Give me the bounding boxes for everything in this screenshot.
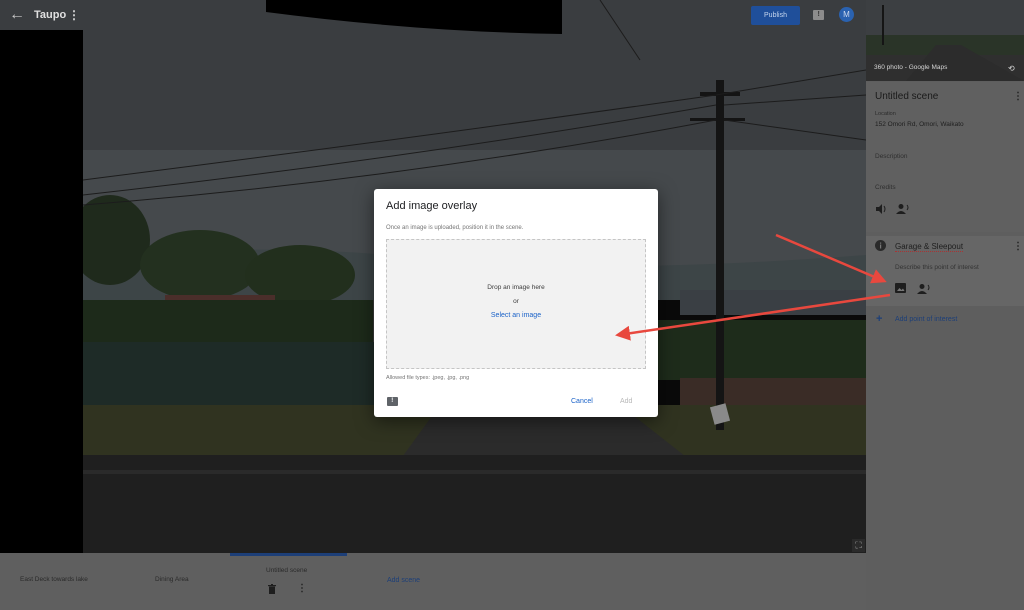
poi-title-text: Garage & Sleepout [895, 242, 964, 252]
delete-icon[interactable] [268, 584, 276, 594]
scene-more-icon[interactable]: ⋮ [1013, 92, 1023, 102]
scene-title[interactable]: Untitled scene [875, 91, 938, 102]
cancel-button[interactable]: Cancel [571, 398, 593, 405]
arrow-left-icon[interactable]: ← [9, 6, 25, 24]
feedback-icon[interactable]: ! [813, 10, 824, 20]
active-scene-indicator [230, 553, 347, 556]
tour-title: Taupo [34, 9, 67, 21]
image-icon[interactable] [895, 283, 906, 293]
allowed-file-types: Allowed file types: .jpeg, .jpg, .png [386, 375, 470, 381]
add-icon[interactable]: + [876, 313, 882, 325]
image-dropzone[interactable]: Drop an image here or Select an image [386, 239, 646, 369]
avatar[interactable]: M [839, 7, 854, 22]
or-text: or [513, 298, 519, 305]
scene-tab[interactable]: East Deck towards lake [20, 576, 88, 583]
thumbnail-caption: 360 photo - Google Maps [874, 64, 948, 71]
location-label: Location [875, 111, 896, 117]
volume-icon[interactable] [875, 204, 887, 214]
dialog-title: Add image overlay [386, 200, 478, 212]
credits-field[interactable]: Credits [875, 184, 896, 191]
narration-icon[interactable] [896, 203, 910, 214]
poi-more-icon[interactable]: ⋮ [1013, 242, 1023, 252]
publish-button[interactable]: Publish [751, 6, 800, 25]
scene-strip [0, 553, 866, 610]
scene-tab-active[interactable]: Untitled scene [266, 567, 307, 574]
location-value[interactable]: 152 Omori Rd, Omori, Waikato [875, 121, 964, 128]
fullscreen-icon[interactable]: ⛶ [852, 539, 865, 552]
dialog-feedback-icon[interactable]: ! [387, 397, 398, 406]
poi-title[interactable]: Garage & Sleepout [895, 242, 964, 252]
dialog-subtitle: Once an image is uploaded, position it i… [386, 225, 524, 231]
drop-text: Drop an image here [487, 284, 545, 291]
pano-left-edge [0, 30, 83, 553]
description-field[interactable]: Description [875, 153, 908, 160]
poi-description-field[interactable]: Describe this point of interest [895, 264, 979, 271]
add-scene-button[interactable]: Add scene [387, 577, 420, 584]
more-vert-icon[interactable]: ⋮ [68, 8, 80, 22]
scene-tab[interactable]: Dining Area [155, 576, 189, 583]
info-icon [875, 240, 886, 251]
view-360-icon[interactable]: ⟲ [1008, 64, 1015, 73]
scene-tab-more-icon[interactable]: ⋮ [297, 584, 307, 594]
add-poi-button[interactable]: Add point of interest [895, 316, 957, 323]
select-image-link[interactable]: Select an image [387, 312, 645, 319]
add-image-overlay-dialog: Add image overlay Once an image is uploa… [374, 189, 658, 417]
poi-narration-icon[interactable] [917, 283, 931, 294]
add-button[interactable]: Add [620, 398, 632, 405]
